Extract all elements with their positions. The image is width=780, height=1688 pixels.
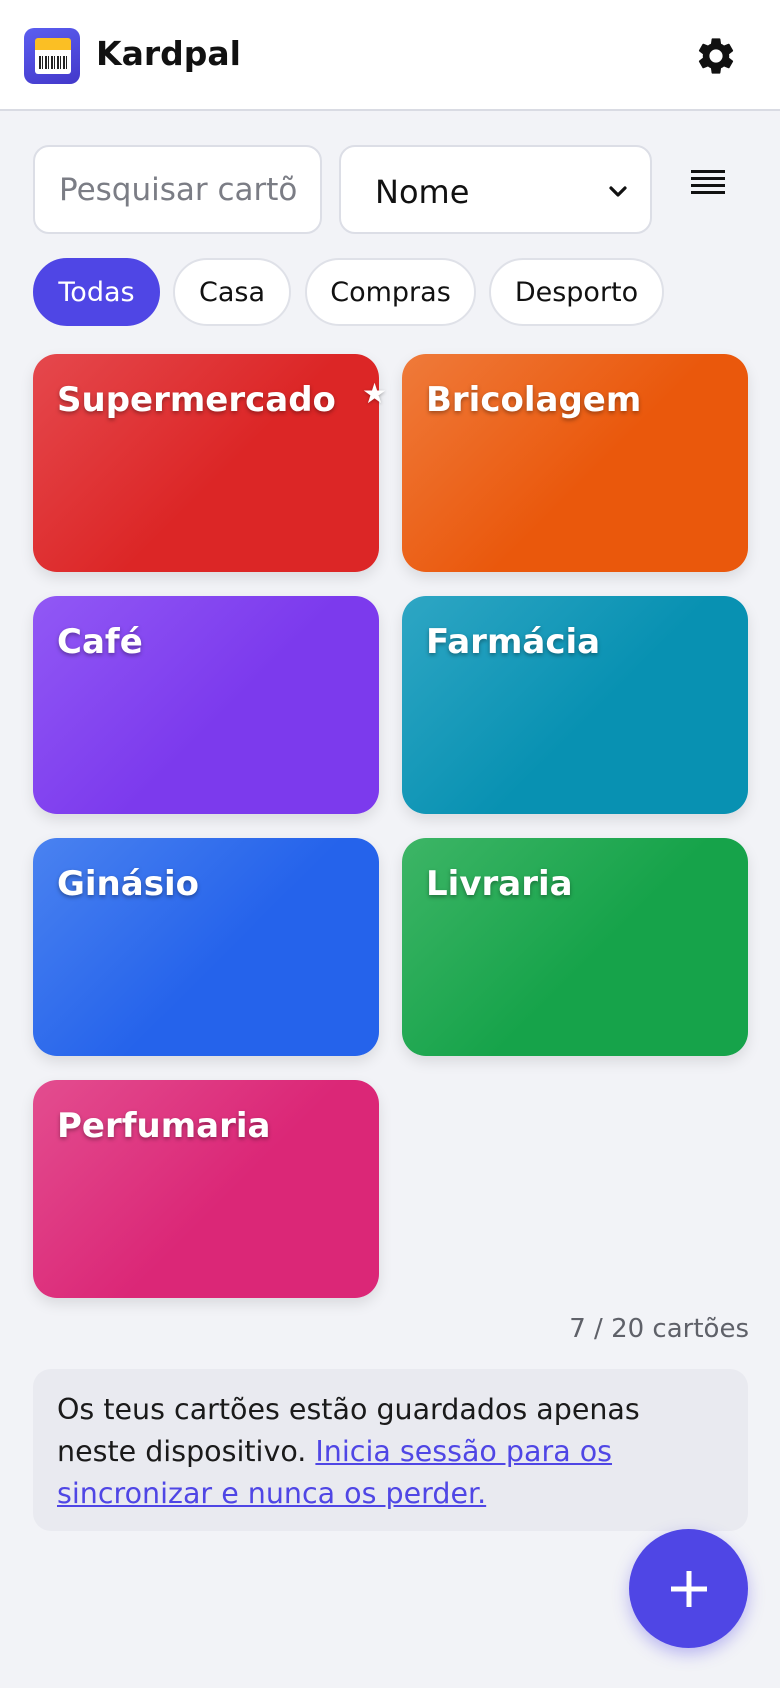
barcode-icon <box>39 56 67 69</box>
card-name: Café <box>57 622 143 662</box>
filter-chip-desporto[interactable]: Desporto <box>489 258 664 326</box>
settings-button[interactable] <box>694 34 738 78</box>
app-logo <box>24 28 80 84</box>
card-tile-supermercado[interactable]: Supermercado ★ <box>33 354 387 572</box>
list-view-icon <box>691 170 725 194</box>
chevron-down-icon <box>609 186 627 197</box>
sort-selected-value: Nome <box>375 173 470 211</box>
filter-chip-casa[interactable]: Casa <box>173 258 291 326</box>
sync-notice: Os teus cartões estão guardados apenas n… <box>33 1369 748 1531</box>
card-tile-farmacia[interactable]: Farmácia <box>402 596 748 814</box>
app-title: Kardpal <box>96 34 241 73</box>
favorite-star-icon: ★ <box>362 377 388 410</box>
sort-select[interactable]: Nome <box>339 145 652 234</box>
card-name: Perfumaria <box>57 1106 271 1146</box>
filter-chip-todas[interactable]: Todas <box>33 258 160 326</box>
top-bar: Kardpal <box>0 0 780 111</box>
card-tile-cafe[interactable]: Café <box>33 596 379 814</box>
card-count: 7 / 20 cartões <box>569 1314 749 1344</box>
card-tile-perfumaria[interactable]: Perfumaria <box>33 1080 379 1298</box>
view-toggle-button[interactable] <box>688 164 728 204</box>
card-tile-ginasio[interactable]: Ginásio <box>33 838 379 1056</box>
card-tile-bricolagem[interactable]: Bricolagem <box>402 354 748 572</box>
card-name: Farmácia <box>426 622 601 662</box>
card-name: Bricolagem <box>426 380 642 420</box>
card-name: Ginásio <box>57 864 199 904</box>
card-name: Livraria <box>426 864 573 904</box>
gear-icon <box>698 38 734 74</box>
card-tile-livraria[interactable]: Livraria <box>402 838 748 1056</box>
filter-chip-compras[interactable]: Compras <box>305 258 476 326</box>
plus-icon <box>670 1570 707 1607</box>
card-name: Supermercado <box>57 380 336 420</box>
search-input[interactable] <box>33 145 322 234</box>
add-card-button[interactable] <box>629 1529 748 1648</box>
